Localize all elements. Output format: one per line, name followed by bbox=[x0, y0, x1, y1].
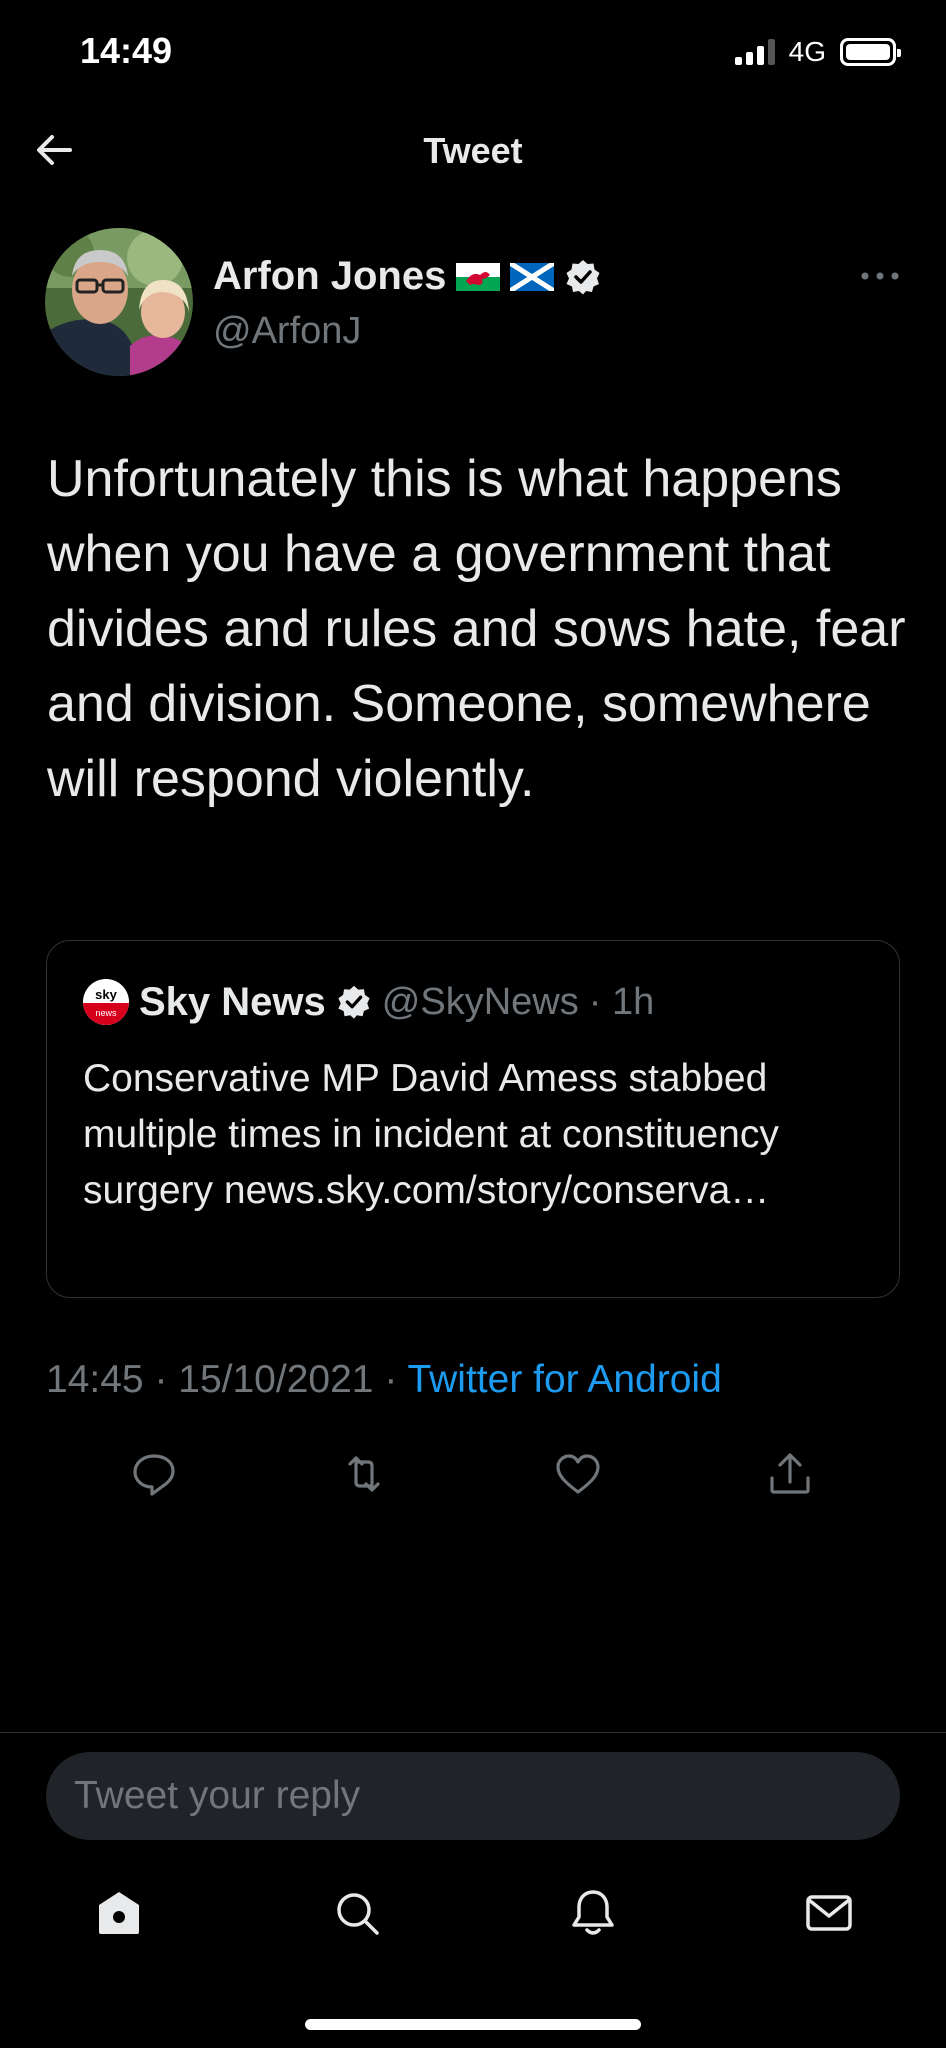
signal-icon bbox=[734, 39, 775, 65]
reply-divider bbox=[0, 1732, 946, 1733]
author-handle[interactable]: @ArfonJ bbox=[213, 310, 361, 353]
notifications-icon[interactable] bbox=[566, 1886, 620, 1940]
quoted-author-handle: @SkyNews bbox=[381, 980, 579, 1023]
quoted-author-name: Sky News bbox=[139, 979, 326, 1024]
share-icon[interactable] bbox=[766, 1450, 814, 1498]
sky-logo-subtext: news bbox=[95, 1008, 117, 1018]
battery-icon bbox=[840, 38, 901, 66]
quoted-tweet[interactable]: sky news Sky News @SkyNews · 1h Conserva… bbox=[46, 940, 900, 1298]
verified-badge-icon bbox=[338, 985, 370, 1019]
quoted-tweet-time: · 1h bbox=[588, 980, 655, 1023]
tweet-timestamp: 14:45 · 15/10/2021 · Twitter for Android bbox=[46, 1358, 722, 1402]
search-icon[interactable] bbox=[330, 1886, 384, 1940]
retweet-icon[interactable] bbox=[340, 1450, 388, 1498]
home-icon[interactable] bbox=[92, 1886, 146, 1940]
wales-flag-icon bbox=[456, 262, 501, 291]
reply-icon[interactable] bbox=[130, 1450, 178, 1498]
sky-news-logo: sky news bbox=[83, 979, 129, 1025]
verified-badge-icon bbox=[566, 259, 600, 294]
avatar[interactable] bbox=[45, 228, 193, 376]
quoted-tweet-header: sky news Sky News @SkyNews · 1h bbox=[83, 977, 654, 1027]
status-icons: 4G bbox=[734, 36, 901, 68]
reply-input[interactable]: Tweet your reply bbox=[46, 1752, 900, 1840]
quoted-tweet-text: Conservative MP David Amess stabbed mult… bbox=[83, 1057, 779, 1212]
home-indicator bbox=[305, 2019, 641, 2030]
bottom-tab-bar bbox=[0, 1886, 946, 1946]
scotland-flag-icon bbox=[510, 262, 555, 291]
nav-header: Tweet bbox=[0, 110, 946, 190]
status-bar: 14:49 4G bbox=[0, 0, 946, 100]
page-title: Tweet bbox=[423, 130, 523, 171]
author-name[interactable]: Arfon Jones bbox=[213, 254, 446, 299]
sky-logo-text: sky bbox=[95, 987, 117, 1002]
author-name-row: Arfon Jones bbox=[213, 254, 602, 299]
like-icon[interactable] bbox=[554, 1450, 602, 1498]
tweet-text: Unfortunately this is what happens when … bbox=[47, 450, 906, 808]
separator: · bbox=[373, 1358, 408, 1401]
tweet-source-link[interactable]: Twitter for Android bbox=[407, 1358, 721, 1401]
tweet-time: 14:45 bbox=[46, 1358, 144, 1401]
tweet-date: 15/10/2021 bbox=[178, 1358, 374, 1401]
network-label: 4G bbox=[788, 36, 826, 67]
reply-placeholder: Tweet your reply bbox=[74, 1774, 361, 1817]
messages-icon[interactable] bbox=[802, 1886, 856, 1940]
tweet-author: Arfon Jones @ArfonJ bbox=[45, 228, 905, 378]
tweet-actions bbox=[0, 1450, 946, 1500]
status-time: 14:49 bbox=[80, 30, 173, 71]
separator: · bbox=[143, 1358, 179, 1401]
more-options-icon[interactable] bbox=[855, 266, 905, 286]
